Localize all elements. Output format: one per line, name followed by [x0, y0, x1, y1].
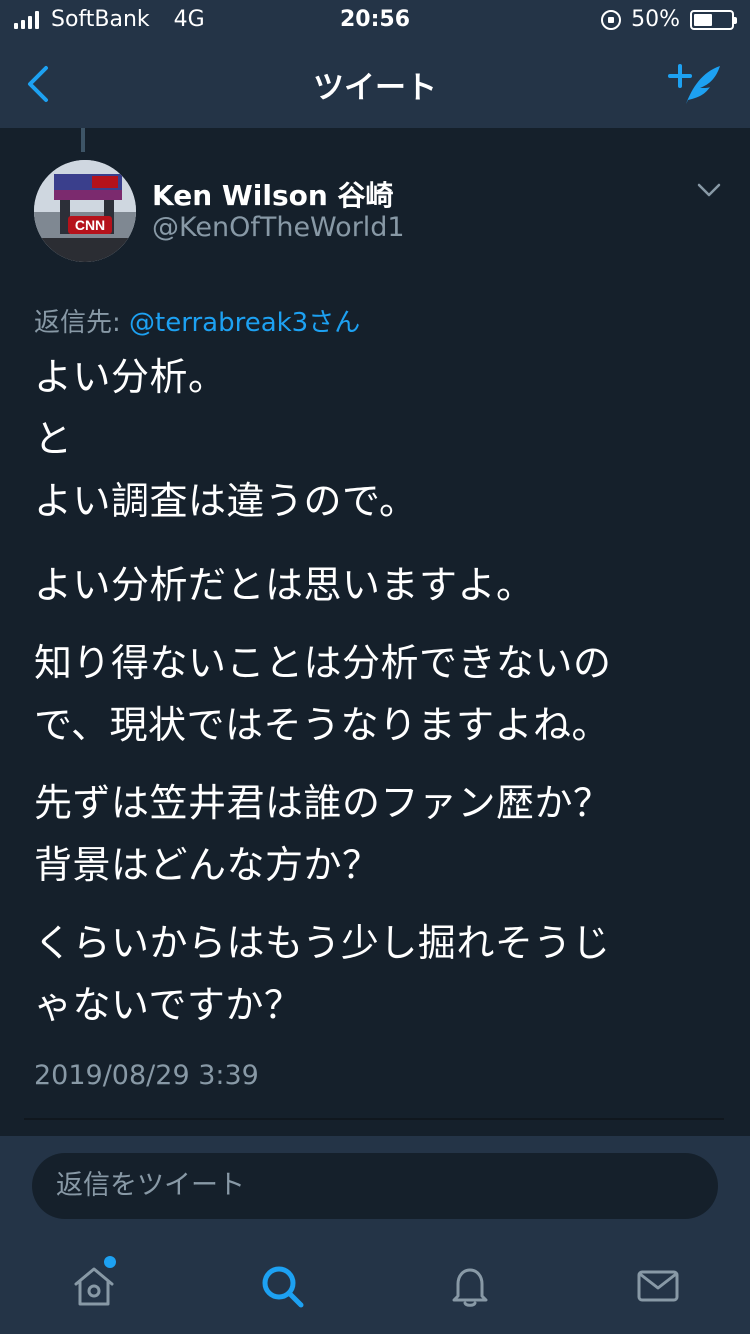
tweet-paragraph: 知り得ないことは分析できないの で、現状ではそうなりますよね。: [34, 632, 724, 756]
tweet-paragraph: 先ずは笠井君は誰のファン歴か？ 背景はどんな方か？: [34, 772, 724, 896]
tab-search[interactable]: [258, 1262, 306, 1310]
tweet-text-line: と: [34, 417, 73, 461]
tweet-paragraph: くらいからはもう少し掘れそうじ ゃないですか？: [34, 912, 724, 1036]
tweet-paragraph: よい分析だとは思いますよ。: [34, 554, 724, 616]
messages-icon: [637, 1270, 679, 1302]
divider: [24, 1118, 724, 1120]
rotation-lock-icon: [601, 9, 622, 30]
home-notification-dot: [104, 1256, 116, 1268]
tweet-text-line: 背景はどんな方か？: [34, 843, 381, 887]
tab-notifications[interactable]: [446, 1262, 494, 1310]
page-title: ツイート: [313, 70, 437, 106]
tweet-timestamp[interactable]: 2019/08/29 3:39: [34, 1060, 259, 1091]
avatar[interactable]: CNN: [34, 160, 136, 262]
avatar-image: CNN: [34, 160, 136, 262]
reply-label: 返信先:: [34, 308, 130, 338]
search-icon: [262, 1266, 304, 1308]
tweet-paragraph: よい分析。とよい調査は違うので。: [34, 346, 724, 532]
notifications-icon: [452, 1268, 488, 1307]
tweet-text-line: で、現状ではそうなりますよね。: [34, 703, 610, 747]
status-right: 50%: [601, 7, 737, 32]
tweet-text-line: よい分析。: [34, 355, 227, 399]
author-name[interactable]: Ken Wilson 谷崎: [152, 174, 394, 214]
tab-messages[interactable]: [634, 1262, 682, 1310]
status-bar: SoftBank 4G 20:56 50%: [0, 0, 750, 42]
reply-input[interactable]: 返信をツイート: [32, 1153, 718, 1219]
reply-mention-link[interactable]: @terrabreak3さん: [129, 308, 360, 338]
tab-home[interactable]: [70, 1262, 118, 1310]
tweet-menu-button[interactable]: [696, 180, 722, 200]
tweet-text-line: よい分析だとは思いますよ。: [34, 563, 535, 607]
author-handle[interactable]: @KenOfTheWorld1: [152, 212, 405, 243]
battery-percent: 50%: [631, 7, 680, 32]
reply-context: 返信先: @terrabreak3さん: [34, 302, 360, 339]
compose-button[interactable]: [664, 58, 724, 110]
thread-line: [81, 128, 85, 152]
compose-tweet-icon: [668, 64, 720, 104]
tweet-text-line: よい調査は違うので。: [34, 479, 418, 523]
tweet-text-line: 先ずは笠井君は誰のファン歴か？: [34, 781, 612, 825]
battery-level: [694, 13, 712, 26]
battery-icon: [690, 9, 737, 30]
home-icon: [74, 1267, 114, 1306]
avatar-logo-text: CNN: [75, 217, 105, 233]
tweet-text-line: 知り得ないことは分析できないの: [34, 641, 612, 685]
chevron-down-icon: [697, 183, 721, 197]
tweet-text-line: ゃないですか？: [34, 983, 303, 1027]
tweet-text-line: くらいからはもう少し掘れそうじ: [34, 921, 611, 965]
